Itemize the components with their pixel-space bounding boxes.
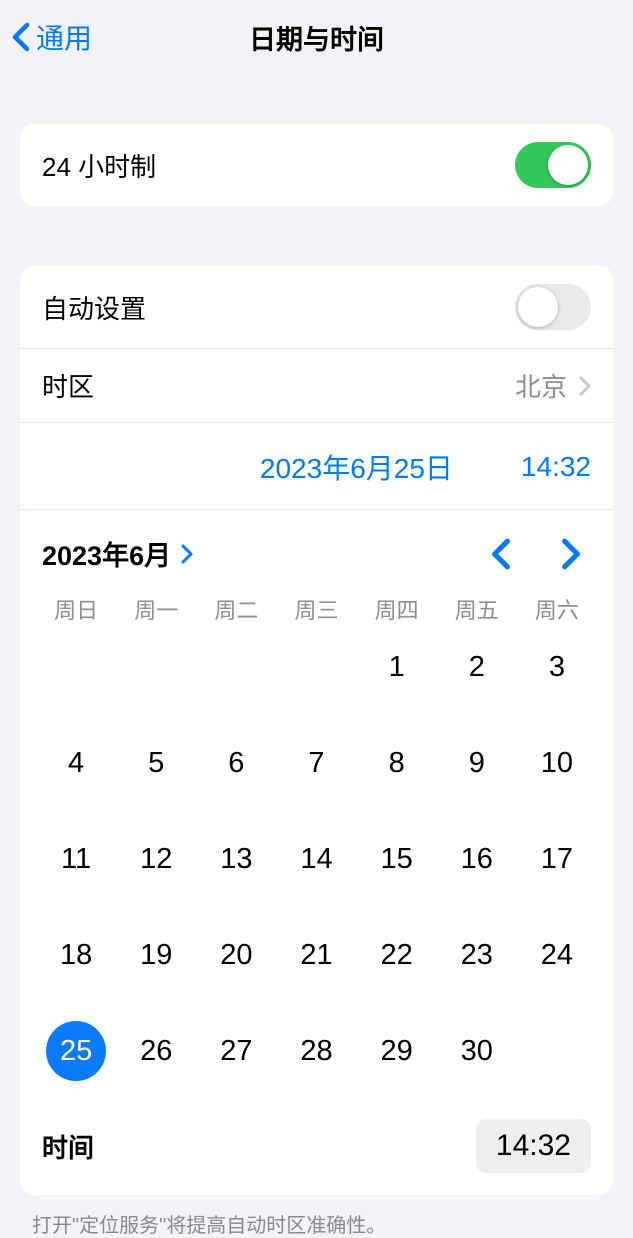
day-cell[interactable]: 6 (196, 739, 276, 787)
day-cell[interactable]: 5 (116, 739, 196, 787)
current-date-label[interactable]: 2023年6月25日 (260, 447, 453, 487)
timezone-label: 时区 (42, 367, 94, 404)
weekday-label: 周一 (116, 593, 196, 625)
day-cell[interactable]: 10 (517, 739, 597, 787)
day-cell[interactable]: 11 (36, 835, 116, 883)
day-cell[interactable]: 26 (116, 1027, 196, 1075)
chevron-right-icon (181, 544, 193, 564)
month-selector[interactable]: 2023年6月 (42, 534, 193, 573)
day-cell[interactable]: 24 (517, 931, 597, 979)
next-month-button[interactable] (561, 538, 581, 570)
time-format-toggle[interactable] (515, 142, 591, 188)
day-cell[interactable]: 23 (437, 931, 517, 979)
auto-set-row: 自动设置 (20, 266, 613, 349)
day-cell[interactable]: 1 (357, 643, 437, 691)
day-cell[interactable]: 7 (276, 739, 356, 787)
toggle-knob (548, 145, 588, 185)
day-cell-empty (276, 643, 356, 691)
date-time-summary: 2023年6月25日 14:32 (20, 423, 613, 510)
current-time-label[interactable]: 14:32 (521, 451, 591, 483)
back-button[interactable]: 通用 (0, 17, 92, 57)
time-picker-button[interactable]: 14:32 (476, 1119, 591, 1173)
day-cell[interactable]: 22 (357, 931, 437, 979)
day-cell[interactable]: 4 (36, 739, 116, 787)
day-cell[interactable]: 15 (357, 835, 437, 883)
day-cell[interactable]: 21 (276, 931, 356, 979)
time-label: 时间 (42, 1128, 94, 1165)
day-cell[interactable]: 2 (437, 643, 517, 691)
chevron-left-icon (12, 22, 30, 52)
month-label-text: 2023年6月 (42, 534, 171, 573)
day-cell-empty (116, 643, 196, 691)
day-cell[interactable]: 29 (357, 1027, 437, 1075)
day-cell[interactable]: 8 (357, 739, 437, 787)
prev-month-button[interactable] (491, 538, 511, 570)
day-cell[interactable]: 25 (36, 1027, 116, 1075)
timezone-value: 北京 (515, 367, 567, 404)
chevron-right-icon (579, 376, 591, 396)
day-cell[interactable]: 9 (437, 739, 517, 787)
weekday-label: 周二 (196, 593, 276, 625)
day-cell[interactable]: 16 (437, 835, 517, 883)
day-cell-empty (36, 643, 116, 691)
day-cell[interactable]: 18 (36, 931, 116, 979)
weekday-label: 周六 (517, 593, 597, 625)
day-cell[interactable]: 14 (276, 835, 356, 883)
weekday-label: 周三 (276, 593, 356, 625)
day-cell[interactable]: 20 (196, 931, 276, 979)
day-cell-empty (196, 643, 276, 691)
time-format-label: 24 小时制 (42, 147, 156, 184)
day-cell[interactable]: 12 (116, 835, 196, 883)
back-label: 通用 (36, 17, 92, 57)
day-cell[interactable]: 27 (196, 1027, 276, 1075)
day-cell[interactable]: 13 (196, 835, 276, 883)
day-cell[interactable]: 28 (276, 1027, 356, 1075)
page-title: 日期与时间 (249, 18, 384, 57)
weekday-label: 周四 (357, 593, 437, 625)
weekday-label: 周五 (437, 593, 517, 625)
weekday-label: 周日 (36, 593, 116, 625)
footer-hint: 打开"定位服务"将提高自动时区准确性。 (0, 1195, 633, 1238)
time-format-row: 24 小时制 (20, 124, 613, 206)
day-cell[interactable]: 17 (517, 835, 597, 883)
day-cell[interactable]: 30 (437, 1027, 517, 1075)
day-cell[interactable]: 3 (517, 643, 597, 691)
time-row: 时间 14:32 (20, 1101, 613, 1195)
auto-set-toggle[interactable] (515, 284, 591, 330)
toggle-knob (518, 287, 558, 327)
timezone-row[interactable]: 时区 北京 (20, 349, 613, 423)
day-cell[interactable]: 19 (116, 931, 196, 979)
auto-set-label: 自动设置 (42, 289, 146, 326)
